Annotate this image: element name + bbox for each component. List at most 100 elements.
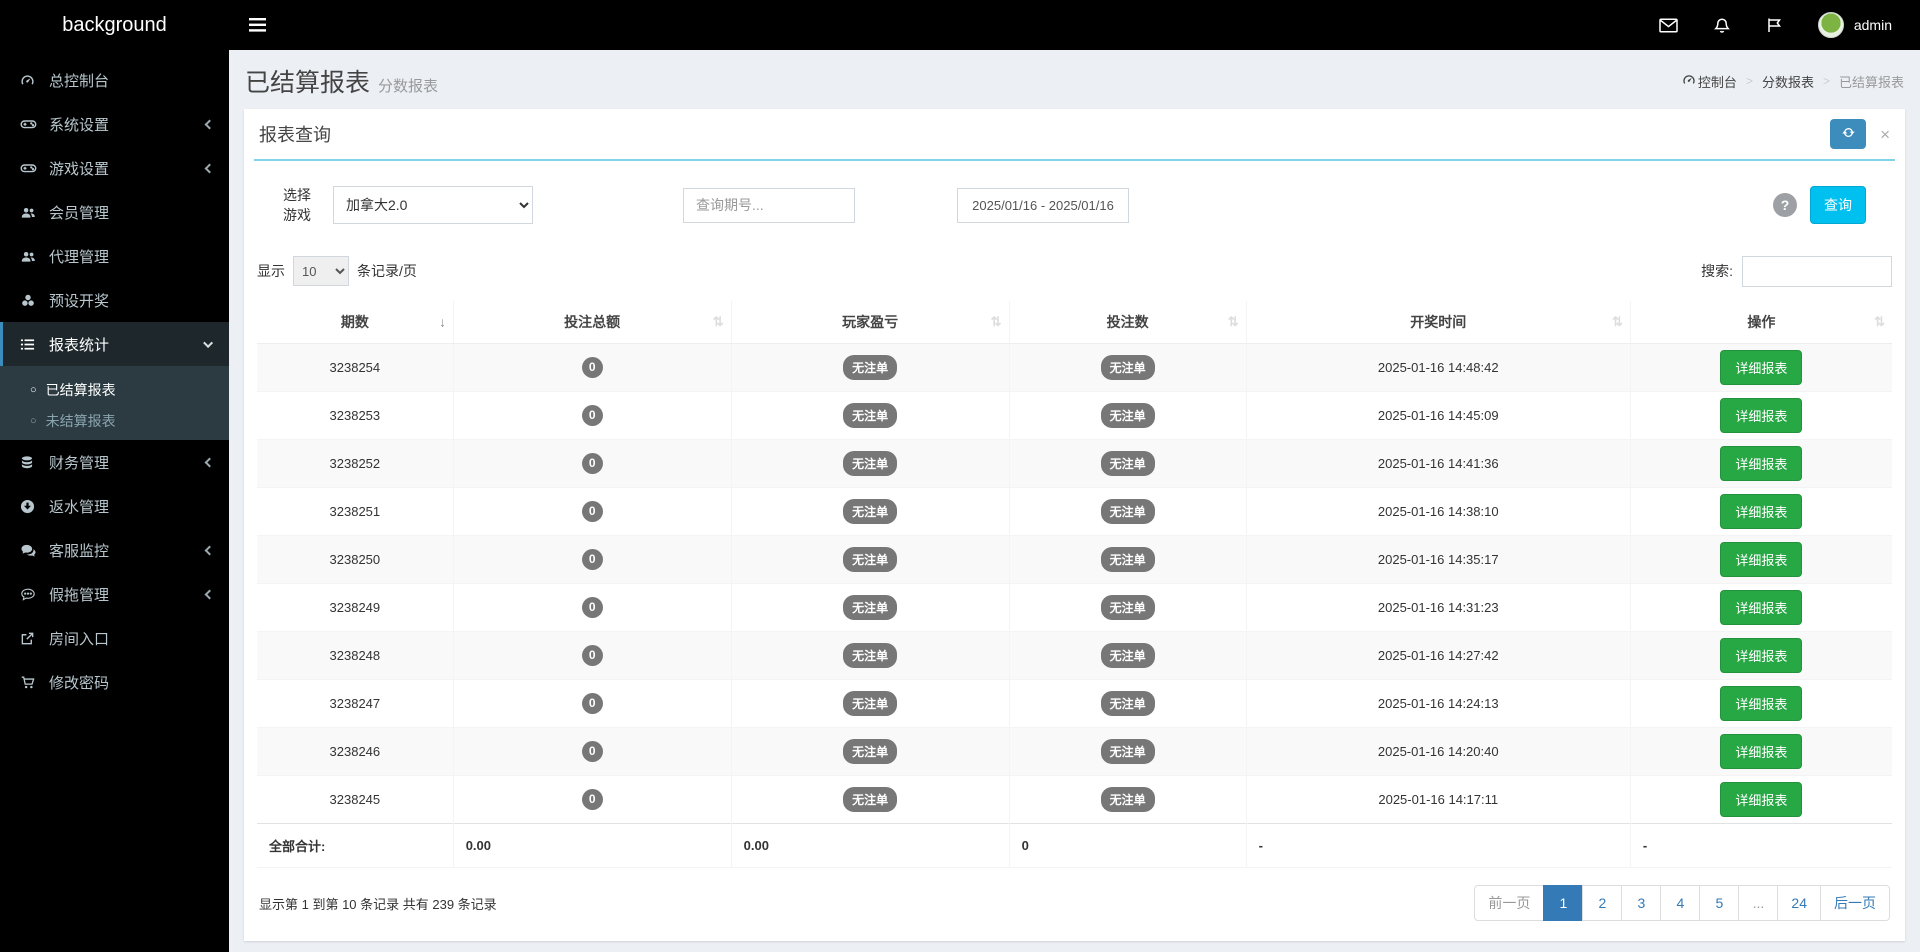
breadcrumb-分数报表[interactable]: 分数报表	[1762, 72, 1814, 91]
pagination-page-1[interactable]: 1	[1543, 885, 1583, 921]
flag-icon[interactable]	[1766, 17, 1782, 33]
sidebar-item-代理管理[interactable]: 代理管理	[0, 234, 229, 278]
table-foot: 全部合计: 0.00 0.00 0 - -	[257, 824, 1892, 868]
sidebar-item-label: 报表统计	[49, 334, 206, 355]
bet-total-badge: 0	[582, 597, 603, 618]
sort-icon: ⇅	[713, 314, 724, 330]
cell-period: 3238253	[257, 392, 453, 440]
column-header-投注数[interactable]: 投注数⇅	[1009, 301, 1246, 344]
hamburger-icon[interactable]	[229, 0, 286, 50]
breadcrumb-已结算报表: 已结算报表	[1839, 72, 1904, 91]
pagination-prev[interactable]: 前一页	[1474, 885, 1544, 921]
detail-report-button[interactable]: 详细报表	[1720, 638, 1802, 673]
cell-bet-total: 0	[453, 392, 731, 440]
sidebar-item-财务管理[interactable]: 财务管理	[0, 440, 229, 484]
detail-report-button[interactable]: 详细报表	[1720, 782, 1802, 817]
table-row: 3238245 0 无注单 无注单 2025-01-16 14:17:11 详细…	[257, 776, 1892, 824]
help-icon[interactable]: ?	[1773, 193, 1797, 217]
cell-period: 3238250	[257, 536, 453, 584]
sidebar-subitem-未结算报表[interactable]: ○未结算报表	[0, 405, 229, 436]
cell-action: 详细报表	[1630, 536, 1892, 584]
pagination-page-4[interactable]: 4	[1660, 885, 1700, 921]
sidebar-item-客服监控[interactable]: 客服监控	[0, 528, 229, 572]
detail-report-button[interactable]: 详细报表	[1720, 350, 1802, 385]
external-link-icon	[20, 631, 49, 646]
sidebar-item-游戏设置[interactable]: 游戏设置	[0, 146, 229, 190]
bell-icon[interactable]	[1714, 17, 1730, 34]
cell-player-winloss: 无注单	[731, 536, 1009, 584]
bet-count-badge: 无注单	[1101, 691, 1155, 716]
pagination-page-24[interactable]: 24	[1777, 885, 1821, 921]
pagination-page-5[interactable]: 5	[1699, 885, 1739, 921]
period-search-input[interactable]	[683, 188, 855, 223]
winloss-badge: 无注单	[843, 691, 897, 716]
cell-period: 3238247	[257, 680, 453, 728]
sidebar-item-label: 返水管理	[49, 496, 213, 517]
pagination-next[interactable]: 后一页	[1820, 885, 1890, 921]
summary-bets: 0	[1009, 824, 1246, 868]
sidebar-item-label: 代理管理	[49, 246, 213, 267]
sidebar: 总控制台 系统设置 游戏设置 会员管理 代理管理 预设开奖 报表统计 ○已结算报…	[0, 50, 229, 952]
column-header-开奖时间[interactable]: 开奖时间⇅	[1246, 301, 1630, 344]
breadcrumb: 控制台>分数报表>已结算报表	[1682, 72, 1904, 91]
sidebar-item-label: 会员管理	[49, 202, 213, 223]
sidebar-item-预设开奖[interactable]: 预设开奖	[0, 278, 229, 322]
cell-player-winloss: 无注单	[731, 632, 1009, 680]
page-subtitle: 分数报表	[378, 78, 438, 95]
circle-o-icon: ○	[30, 415, 37, 427]
cell-action: 详细报表	[1630, 488, 1892, 536]
bet-total-badge: 0	[582, 453, 603, 474]
search-wrap: 搜索:	[1701, 256, 1892, 287]
game-select[interactable]: 加拿大2.0	[333, 186, 533, 224]
cubes-icon	[20, 293, 49, 308]
table-body: 3238254 0 无注单 无注单 2025-01-16 14:48:42 详细…	[257, 344, 1892, 824]
summary-time: -	[1246, 824, 1630, 868]
bet-total-badge: 0	[582, 741, 603, 762]
column-header-投注总额[interactable]: 投注总额⇅	[453, 301, 731, 344]
detail-report-button[interactable]: 详细报表	[1720, 590, 1802, 625]
pagination-page-2[interactable]: 2	[1582, 885, 1622, 921]
detail-report-button[interactable]: 详细报表	[1720, 494, 1802, 529]
cell-bet-count: 无注单	[1009, 632, 1246, 680]
dashboard-icon	[1682, 73, 1696, 87]
column-header-期数[interactable]: 期数↓	[257, 301, 453, 344]
bet-count-badge: 无注单	[1101, 451, 1155, 476]
sidebar-item-label: 财务管理	[49, 452, 206, 473]
cell-draw-time: 2025-01-16 14:31:23	[1246, 584, 1630, 632]
sidebar-item-系统设置[interactable]: 系统设置	[0, 102, 229, 146]
table-search-input[interactable]	[1742, 256, 1892, 287]
collapse-button[interactable]: ×	[1880, 126, 1890, 143]
sidebar-subitem-已结算报表[interactable]: ○已结算报表	[0, 374, 229, 405]
sidebar-item-假拖管理[interactable]: 假拖管理	[0, 572, 229, 616]
refresh-button[interactable]	[1830, 119, 1866, 149]
navbar-right: admin	[1659, 12, 1920, 38]
winloss-badge: 无注单	[843, 499, 897, 524]
page-size-select[interactable]: 10	[293, 256, 349, 286]
pagination-page-3[interactable]: 3	[1621, 885, 1661, 921]
sidebar-item-修改密码[interactable]: 修改密码	[0, 660, 229, 704]
bet-count-badge: 无注单	[1101, 643, 1155, 668]
breadcrumb-separator: >	[1746, 74, 1753, 88]
detail-report-button[interactable]: 详细报表	[1720, 398, 1802, 433]
query-form: 选择游戏 加拿大2.0 ? 查询	[257, 181, 1892, 226]
query-button[interactable]: 查询	[1810, 186, 1866, 224]
sidebar-item-总控制台[interactable]: 总控制台	[0, 58, 229, 102]
detail-report-button[interactable]: 详细报表	[1720, 686, 1802, 721]
cell-period: 3238251	[257, 488, 453, 536]
envelope-icon[interactable]	[1659, 18, 1678, 33]
detail-report-button[interactable]: 详细报表	[1720, 734, 1802, 769]
column-header-玩家盈亏[interactable]: 玩家盈亏⇅	[731, 301, 1009, 344]
date-range-input[interactable]	[957, 188, 1129, 223]
sidebar-item-会员管理[interactable]: 会员管理	[0, 190, 229, 234]
sidebar-item-房间入口[interactable]: 房间入口	[0, 616, 229, 660]
column-header-操作[interactable]: 操作⇅	[1630, 301, 1892, 344]
cell-player-winloss: 无注单	[731, 392, 1009, 440]
detail-report-button[interactable]: 详细报表	[1720, 446, 1802, 481]
sidebar-item-报表统计[interactable]: 报表统计	[0, 322, 229, 366]
detail-report-button[interactable]: 详细报表	[1720, 542, 1802, 577]
sidebar-item-返水管理[interactable]: 返水管理	[0, 484, 229, 528]
user-menu[interactable]: admin	[1818, 12, 1892, 38]
breadcrumb-控制台[interactable]: 控制台	[1682, 72, 1737, 91]
refresh-icon	[1841, 125, 1856, 143]
form-right: ? 查询	[1773, 186, 1866, 224]
